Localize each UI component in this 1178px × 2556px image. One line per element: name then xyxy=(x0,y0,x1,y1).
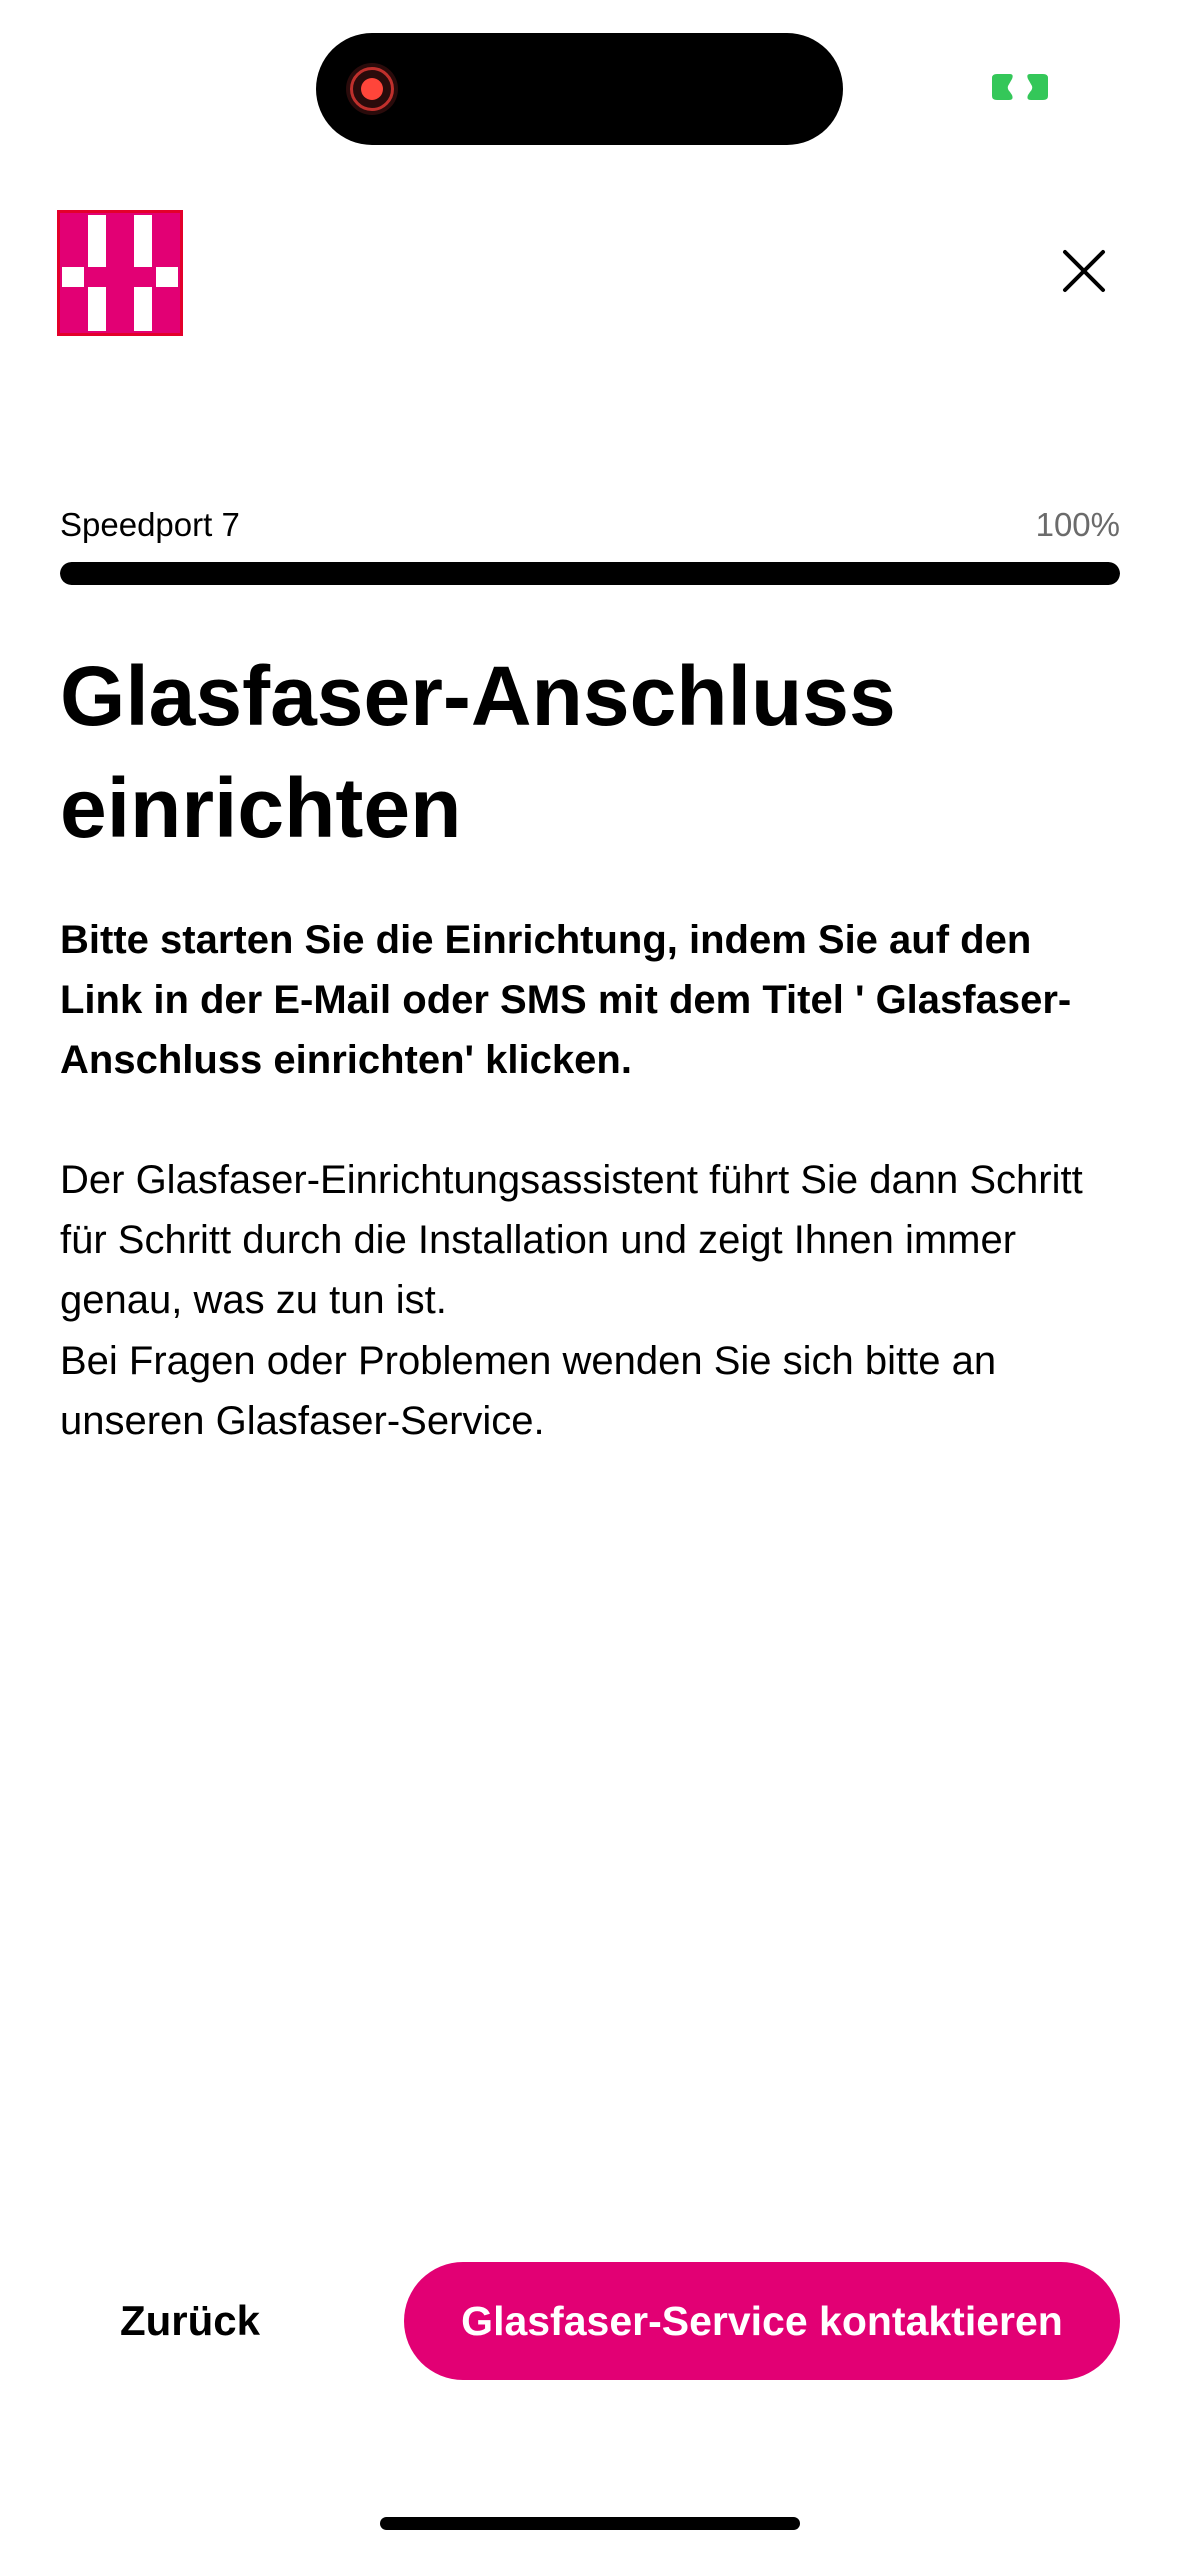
telekom-logo-icon xyxy=(57,210,183,336)
close-icon xyxy=(1063,250,1105,292)
body-text: Der Glasfaser-Einrichtungsassistent führ… xyxy=(60,1158,1083,1322)
back-button[interactable]: Zurück xyxy=(60,2262,320,2380)
home-indicator xyxy=(380,2517,800,2530)
page-title: Glasfaser-Anschluss einrichten xyxy=(60,649,896,855)
progress-bar xyxy=(60,562,1120,585)
intro-text: Bitte starten Sie die Einrichtung, indem… xyxy=(60,918,1072,1082)
body-text-support: Bei Fragen oder Problemen wenden Sie sic… xyxy=(60,1339,997,1443)
call-indicator-icon xyxy=(988,72,1052,102)
progress-percent: 100% xyxy=(1035,506,1120,543)
progress-bar-fill xyxy=(60,562,1120,585)
recording-indicator-icon xyxy=(346,63,398,115)
dynamic-island xyxy=(316,33,843,145)
contact-service-button[interactable]: Glasfaser-Service kontaktieren xyxy=(404,2262,1120,2380)
progress-label: Speedport 7 xyxy=(60,506,240,543)
close-button[interactable] xyxy=(1048,235,1120,307)
